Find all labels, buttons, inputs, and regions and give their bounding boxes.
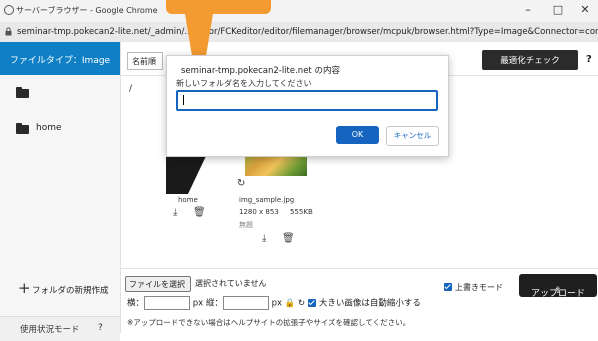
overwrite-mode-toggle[interactable]: 上書きモード <box>444 282 503 293</box>
file-type-header[interactable]: ファイルタイプ：Image <box>0 42 120 75</box>
new-folder-label: フォルダの新規作成 <box>32 286 109 296</box>
sidebar-item-label: home <box>36 123 62 133</box>
download-icon[interactable]: ⤓ <box>173 207 177 218</box>
file-type-label: ファイルタイプ：Image <box>9 56 111 66</box>
close-button[interactable]: ✕ <box>570 3 598 16</box>
px-unit: px <box>271 298 283 309</box>
sidebar-item-root[interactable] <box>0 80 120 106</box>
rotate-icon[interactable]: ↻ <box>237 178 245 189</box>
aspect-lock-icon[interactable]: 🔒 <box>285 299 296 309</box>
width-input[interactable] <box>144 296 191 310</box>
breadcrumb: / <box>129 84 133 94</box>
lock-icon <box>5 27 12 36</box>
window-title: サーバーブラウザー - Google Chrome <box>16 6 158 15</box>
file-size: 555KB <box>290 208 313 216</box>
upload-notice: ※アップロードできない場合はヘルプサイトの拡張子やサイズを確認してください。 <box>127 318 411 327</box>
sidebar-item-home[interactable]: home <box>0 116 120 142</box>
optimize-check-button[interactable]: 最適化チェック <box>482 50 578 70</box>
usage-help-icon[interactable]: ? <box>98 323 103 333</box>
dialog-title: seminar-tmp.pokecan2-lite.net の内容 <box>181 66 340 76</box>
sidebar: ファイルタイプ：Image home + フォルダの新規作成 使用状況モード ? <box>0 42 121 341</box>
minimize-button[interactable]: – <box>513 3 543 16</box>
px-unit: px <box>192 298 204 309</box>
trash-icon[interactable]: 🗑 <box>282 233 295 244</box>
reset-icon[interactable]: ↻ <box>298 299 305 309</box>
choose-file-button[interactable]: ファイルを選択 <box>125 276 191 292</box>
usage-mode-label: 使用状況モード <box>20 325 80 335</box>
checkbox-icon[interactable] <box>307 298 316 307</box>
upload-button[interactable]: ⇧ アップロード <box>519 274 597 299</box>
new-folder-button[interactable]: + フォルダの新規作成 <box>14 278 114 298</box>
checkbox-icon[interactable] <box>444 283 452 291</box>
ok-button[interactable]: OK <box>336 126 379 144</box>
height-input[interactable] <box>222 296 269 310</box>
trash-icon[interactable]: 🗑 <box>193 207 206 218</box>
file-dimensions: 1280 x 853 <box>239 208 279 216</box>
resize-row: 横： px 縦： px 🔒 ↻ 大きい画像は自動縮小する <box>127 296 421 310</box>
file-name: img_sample.jpg <box>239 196 295 204</box>
sort-by-name-label: 名前順 <box>132 57 156 66</box>
optimize-check-label: 最適化チェック <box>500 56 560 66</box>
window-title-bar: サーバーブラウザー - Google Chrome – □ ✕ <box>0 0 598 22</box>
sort-by-name-button[interactable]: 名前順 <box>127 52 163 70</box>
cancel-button[interactable]: キャンセル <box>386 126 439 146</box>
text-caret <box>183 95 184 105</box>
download-icon[interactable]: ⤓ <box>262 233 266 244</box>
tutorial-callout <box>166 0 271 14</box>
plus-icon: + <box>18 279 31 297</box>
usage-mode-bar[interactable]: 使用状況モード ? <box>0 316 120 341</box>
folder-up-icon <box>16 87 29 98</box>
upload-label: アップロード <box>530 289 585 299</box>
no-file-selected-text: 選択されていません <box>195 279 267 288</box>
width-label: 横： <box>127 298 145 309</box>
choose-file-label: ファイルを選択 <box>129 280 185 289</box>
folder-icon <box>16 123 29 134</box>
file-name: home <box>178 196 198 204</box>
browser-logo-icon <box>4 5 14 15</box>
address-bar[interactable]: seminar-tmp.pokecan2-lite.net/_admin/...… <box>0 22 598 43</box>
auto-shrink-label: 大きい画像は自動縮小する <box>318 298 421 309</box>
help-icon[interactable]: ? <box>586 54 592 65</box>
maximize-button[interactable]: □ <box>543 3 573 16</box>
file-note: 無題 <box>239 221 253 229</box>
folder-name-input[interactable] <box>176 90 438 111</box>
dialog-prompt: 新しいフォルダ名を入力してください <box>176 79 312 88</box>
url-text[interactable]: seminar-tmp.pokecan2-lite.net/_admin/...… <box>17 27 598 37</box>
height-label: 縦： <box>205 298 223 309</box>
prompt-dialog: seminar-tmp.pokecan2-lite.net の内容 新しいフォル… <box>166 55 449 157</box>
overwrite-mode-label: 上書きモード <box>455 283 503 292</box>
